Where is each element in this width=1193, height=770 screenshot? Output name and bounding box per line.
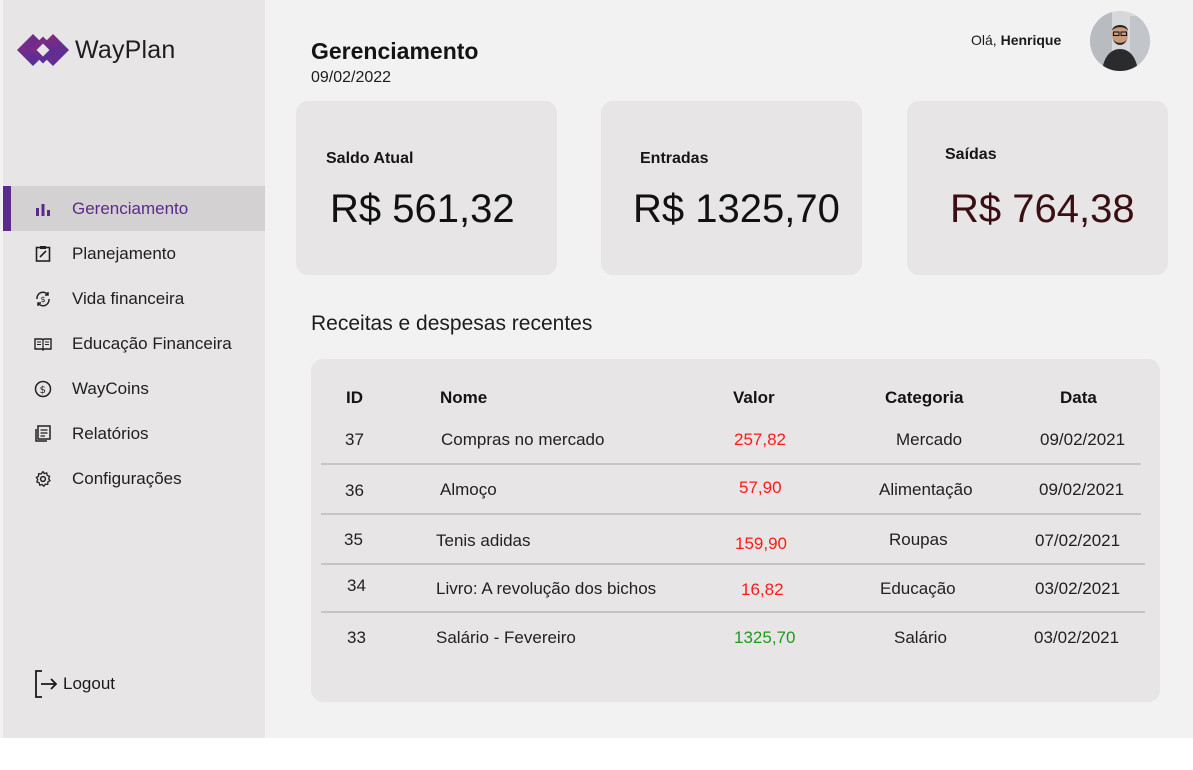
user-name: Henrique [1000, 32, 1062, 48]
row-category: Mercado [896, 430, 963, 449]
sidebar-item-configuracoes[interactable]: Configurações [3, 456, 265, 501]
row-id: 36 [345, 481, 364, 500]
sidebar-item-planejamento[interactable]: Planejamento [3, 231, 265, 276]
row-value: 257,82 [734, 430, 786, 449]
row-date: 07/02/2021 [1035, 531, 1121, 550]
card-entradas: Entradas R$ 1325,70 [601, 101, 862, 275]
row-divider [321, 563, 1145, 565]
column-header-valor: Valor [733, 388, 775, 407]
report-icon [34, 425, 52, 443]
card-label: Saldo Atual [326, 150, 414, 167]
greeting-text: Olá, [971, 32, 997, 48]
row-id: 33 [347, 628, 366, 647]
clipboard-icon [34, 245, 52, 263]
book-icon [34, 335, 52, 353]
row-name: Almoço [440, 480, 497, 499]
sidebar-item-label: Gerenciamento [72, 198, 189, 218]
bar-chart-icon [34, 200, 52, 218]
column-header-nome: Nome [440, 388, 488, 407]
logout-label: Logout [63, 674, 115, 693]
sidebar-item-label: Vida financeira [72, 288, 185, 308]
row-category: Alimentação [879, 480, 973, 499]
page-title: Gerenciamento [311, 38, 479, 64]
logout-button[interactable]: Logout [33, 668, 115, 700]
brand-name: WayPlan [75, 35, 176, 64]
avatar[interactable] [1090, 11, 1150, 71]
sidebar-item-label: Educação Financeira [72, 333, 232, 353]
gear-icon [34, 470, 52, 488]
card-label: Saídas [945, 146, 997, 163]
sidebar-item-educacao-financeira[interactable]: Educação Financeira [3, 321, 265, 366]
row-date: 09/02/2021 [1039, 480, 1125, 499]
coin-icon: $ [34, 380, 52, 398]
card-value: R$ 561,32 [330, 187, 515, 231]
card-saldo-atual: Saldo Atual R$ 561,32 [296, 101, 557, 275]
row-category: Roupas [889, 530, 948, 549]
svg-text:$: $ [40, 385, 46, 396]
card-label: Entradas [640, 150, 709, 167]
wayplan-logo-icon [17, 34, 69, 66]
row-id: 34 [347, 576, 366, 595]
sidebar-item-label: Relatórios [72, 423, 149, 443]
row-divider [321, 611, 1145, 613]
user-greeting: Olá, Henrique [971, 32, 1061, 48]
card-saidas: Saídas R$ 764,38 [907, 101, 1168, 275]
row-name: Salário - Fevereiro [436, 628, 576, 647]
sidebar-item-relatorios[interactable]: Relatórios [3, 411, 265, 456]
row-date: 09/02/2021 [1040, 430, 1126, 449]
sidebar-item-vida-financeira[interactable]: $ Vida financeira [3, 276, 265, 321]
row-id: 35 [344, 530, 363, 549]
sidebar-nav: Gerenciamento Planejamento $ Vida financ… [3, 186, 265, 501]
row-date: 03/02/2021 [1034, 628, 1120, 647]
page-date: 09/02/2022 [311, 69, 392, 86]
dollar-refresh-icon: $ [34, 290, 52, 308]
row-name: Livro: A revolução dos bichos [436, 579, 657, 598]
sidebar-item-gerenciamento[interactable]: Gerenciamento [3, 186, 265, 231]
sidebar-item-label: Planejamento [72, 243, 176, 263]
column-header-id: ID [346, 388, 363, 407]
row-category: Salário [894, 628, 947, 647]
row-divider [321, 513, 1141, 515]
sidebar-item-waycoins[interactable]: $ WayCoins [3, 366, 265, 411]
row-divider [321, 463, 1141, 465]
sidebar-item-label: Configurações [72, 468, 182, 488]
sidebar: WayPlan Gerenciamento Planejamento $ Vid… [3, 0, 265, 738]
sidebar-item-label: WayCoins [72, 378, 149, 398]
user-photo-icon [1090, 11, 1150, 71]
brand-logo[interactable]: WayPlan [15, 27, 176, 73]
row-date: 03/02/2021 [1035, 579, 1121, 598]
app-frame: WayPlan Gerenciamento Planejamento $ Vid… [0, 0, 1193, 738]
row-value: 57,90 [739, 478, 782, 497]
row-id: 37 [345, 430, 364, 449]
section-title: Receitas e despesas recentes [311, 312, 593, 335]
card-value: R$ 1325,70 [633, 187, 840, 231]
row-name: Tenis adidas [436, 531, 531, 550]
card-value: R$ 764,38 [950, 187, 1135, 231]
row-value: 16,82 [741, 580, 784, 599]
row-value: 1325,70 [734, 628, 796, 647]
column-header-categoria: Categoria [885, 388, 964, 407]
column-header-data: Data [1060, 388, 1097, 407]
row-name: Compras no mercado [441, 430, 605, 449]
row-value: 159,90 [735, 534, 787, 553]
logout-icon [35, 670, 58, 698]
svg-text:$: $ [41, 295, 46, 304]
row-category: Educação [880, 579, 956, 598]
